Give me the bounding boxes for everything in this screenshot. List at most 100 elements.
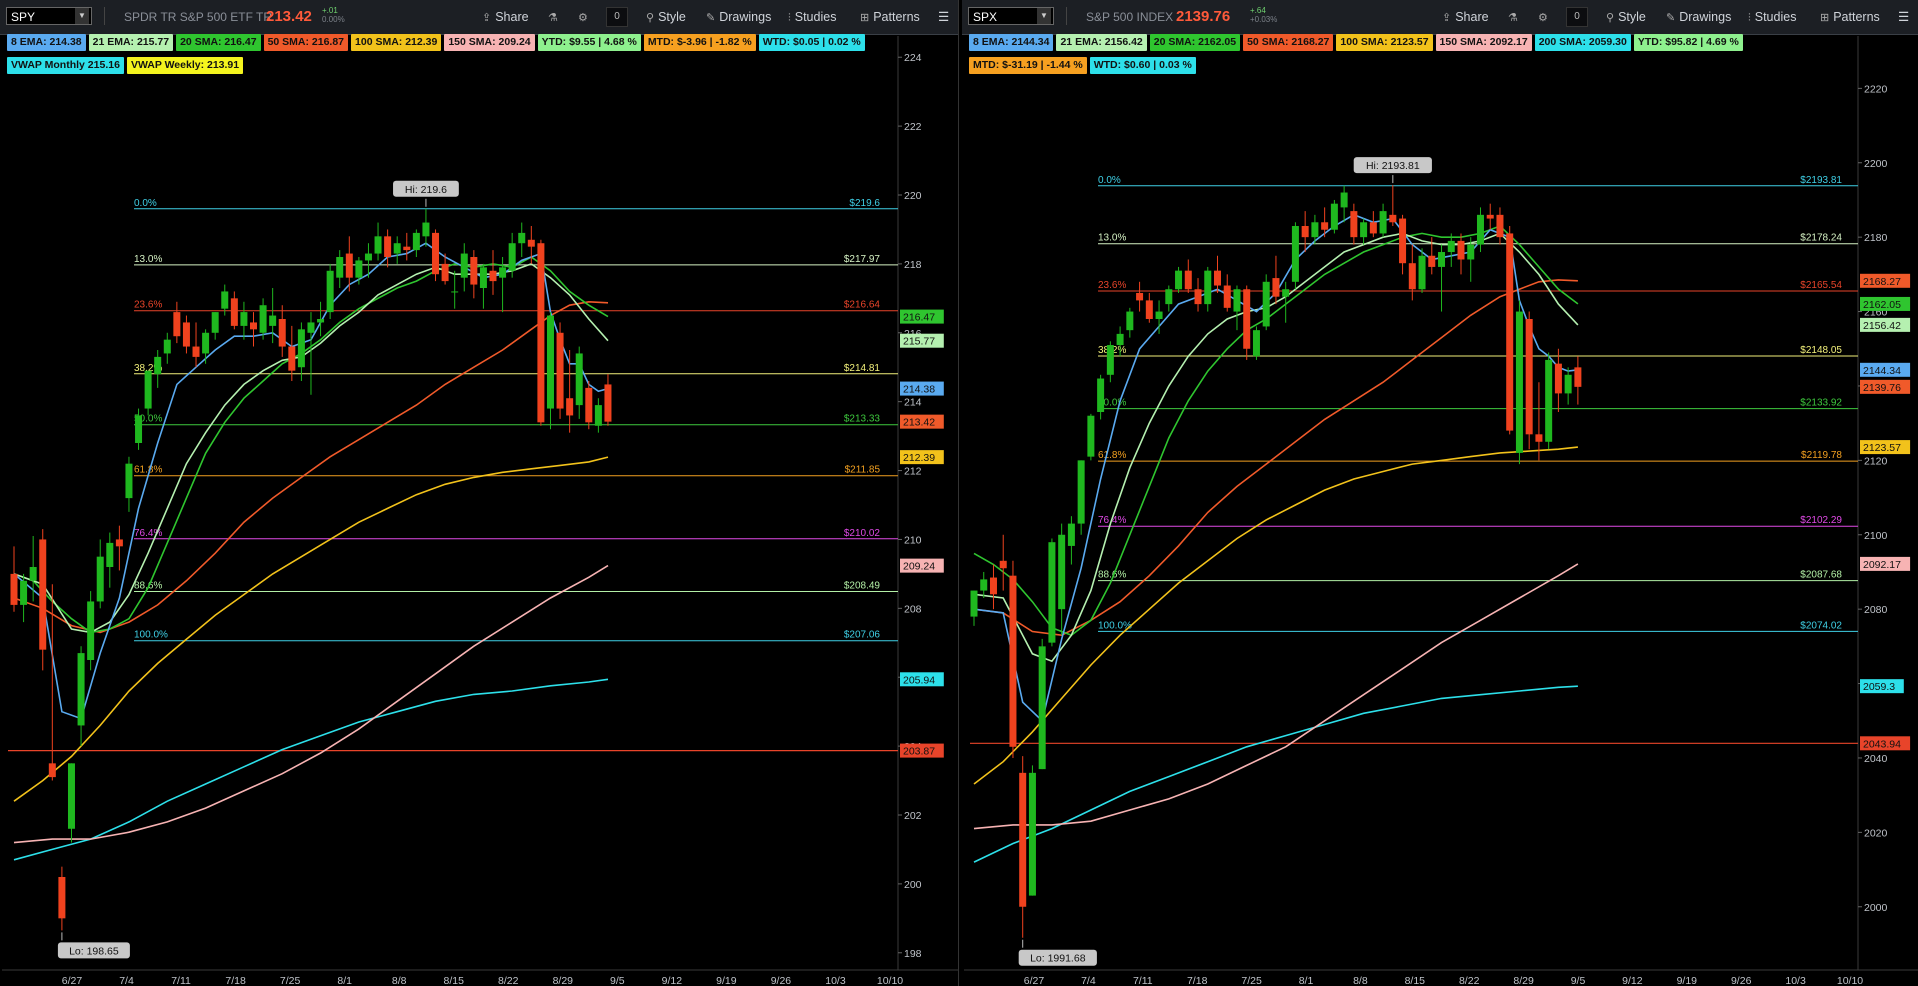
candle-body[interactable]	[317, 319, 325, 323]
candle-body[interactable]	[470, 257, 478, 285]
candle-body[interactable]	[1204, 270, 1212, 305]
candle-body[interactable]	[1535, 434, 1543, 442]
candle-body[interactable]	[96, 556, 104, 602]
candle-body[interactable]	[1311, 222, 1319, 238]
candle-body[interactable]	[1476, 214, 1484, 245]
candle-body[interactable]	[1272, 278, 1280, 297]
candle-body[interactable]	[1223, 285, 1231, 308]
candle-body[interactable]	[499, 267, 507, 278]
candle-body[interactable]	[585, 387, 593, 423]
candle-body[interactable]	[518, 232, 526, 244]
series-line[interactable]	[13, 678, 609, 861]
candle-body[interactable]	[1360, 222, 1368, 238]
candle-body[interactable]	[1379, 211, 1387, 234]
candle-body[interactable]	[1291, 226, 1299, 282]
candle-body[interactable]	[1399, 218, 1407, 264]
candle-body[interactable]	[87, 601, 95, 660]
candle-body[interactable]	[221, 291, 229, 309]
candle-body[interactable]	[575, 353, 583, 406]
candle-body[interactable]	[355, 260, 363, 278]
candle-body[interactable]	[594, 405, 602, 426]
candle-body[interactable]	[1067, 523, 1075, 546]
candle-body[interactable]	[1019, 772, 1027, 907]
candle-body[interactable]	[999, 560, 1007, 569]
candle-body[interactable]	[1214, 270, 1221, 286]
candle-body[interactable]	[479, 267, 487, 288]
candle-body[interactable]	[1321, 222, 1329, 230]
candle-body[interactable]	[230, 298, 238, 326]
candle-body[interactable]	[58, 877, 66, 919]
candle-body[interactable]	[288, 346, 296, 371]
candle-body[interactable]	[48, 763, 56, 778]
candle-body[interactable]	[1515, 311, 1523, 453]
candle-body[interactable]	[39, 539, 47, 650]
series-line[interactable]	[13, 564, 609, 844]
candle-body[interactable]	[1058, 534, 1066, 610]
candle-body[interactable]	[1389, 214, 1397, 223]
candle-body[interactable]	[1340, 192, 1348, 208]
candle-body[interactable]	[384, 236, 392, 257]
candle-body[interactable]	[240, 312, 248, 326]
candle-body[interactable]	[336, 257, 344, 278]
candle-body[interactable]	[259, 305, 267, 333]
price-chart[interactable]: 2220220021802160214021202100208020602040…	[962, 0, 1918, 986]
candle-body[interactable]	[451, 291, 459, 293]
candle-body[interactable]	[297, 329, 305, 368]
candle-body[interactable]	[1496, 214, 1504, 238]
candle-body[interactable]	[1428, 255, 1436, 267]
candle-body[interactable]	[1028, 772, 1036, 896]
candle-body[interactable]	[1233, 289, 1241, 312]
candle-body[interactable]	[1447, 240, 1455, 253]
candle-body[interactable]	[1369, 222, 1377, 234]
candle-body[interactable]	[432, 232, 440, 275]
candle-body[interactable]	[1564, 374, 1572, 394]
candle-body[interactable]	[1009, 575, 1017, 747]
candle-body[interactable]	[1087, 415, 1095, 457]
candle-body[interactable]	[1525, 319, 1533, 435]
candle-body[interactable]	[1545, 359, 1553, 442]
candle-body[interactable]	[412, 232, 420, 251]
candle-body[interactable]	[202, 332, 210, 354]
candle-body[interactable]	[1038, 646, 1046, 770]
candle-body[interactable]	[460, 253, 468, 278]
candle-body[interactable]	[144, 370, 152, 409]
candle-body[interactable]	[1486, 214, 1494, 219]
candle-body[interactable]	[125, 463, 133, 499]
candle-body[interactable]	[1467, 244, 1475, 260]
candle-body[interactable]	[980, 579, 988, 591]
candle-body[interactable]	[20, 580, 28, 605]
candle-body[interactable]	[1282, 289, 1290, 297]
candle-body[interactable]	[527, 239, 535, 247]
candle-body[interactable]	[1136, 292, 1144, 301]
candle-body[interactable]	[182, 322, 190, 347]
series-line[interactable]	[13, 456, 609, 802]
candle-body[interactable]	[1126, 311, 1134, 331]
candle-body[interactable]	[489, 270, 497, 282]
candle-body[interactable]	[77, 653, 85, 726]
candle-body[interactable]	[1243, 289, 1251, 349]
price-chart[interactable]: 2242222202182162142122102082062042022001…	[0, 0, 958, 986]
candle-body[interactable]	[1165, 289, 1173, 305]
candle-body[interactable]	[154, 356, 162, 375]
candle-body[interactable]	[970, 590, 978, 617]
candle-body[interactable]	[1350, 211, 1358, 238]
candle-body[interactable]	[1301, 226, 1309, 238]
candle-body[interactable]	[374, 236, 382, 254]
candle-body[interactable]	[441, 263, 449, 282]
candle-body[interactable]	[278, 319, 286, 347]
candle-body[interactable]	[1145, 300, 1153, 319]
candle-body[interactable]	[106, 542, 114, 567]
chart-panel-spy[interactable]: SPY ▼ SPDR TR S&P 500 ETF TR 213.42 +.01 0…	[0, 0, 959, 986]
candle-body[interactable]	[566, 398, 574, 416]
candle-body[interactable]	[307, 322, 315, 333]
candle-body[interactable]	[1408, 263, 1416, 290]
candle-body[interactable]	[135, 415, 143, 443]
candle-body[interactable]	[1155, 311, 1163, 319]
candle-body[interactable]	[1097, 378, 1105, 412]
candle-body[interactable]	[422, 222, 430, 237]
candle-body[interactable]	[1175, 270, 1183, 290]
candle-body[interactable]	[211, 312, 219, 333]
candle-body[interactable]	[10, 573, 18, 605]
candle-body[interactable]	[269, 315, 277, 326]
candle-body[interactable]	[115, 539, 123, 547]
